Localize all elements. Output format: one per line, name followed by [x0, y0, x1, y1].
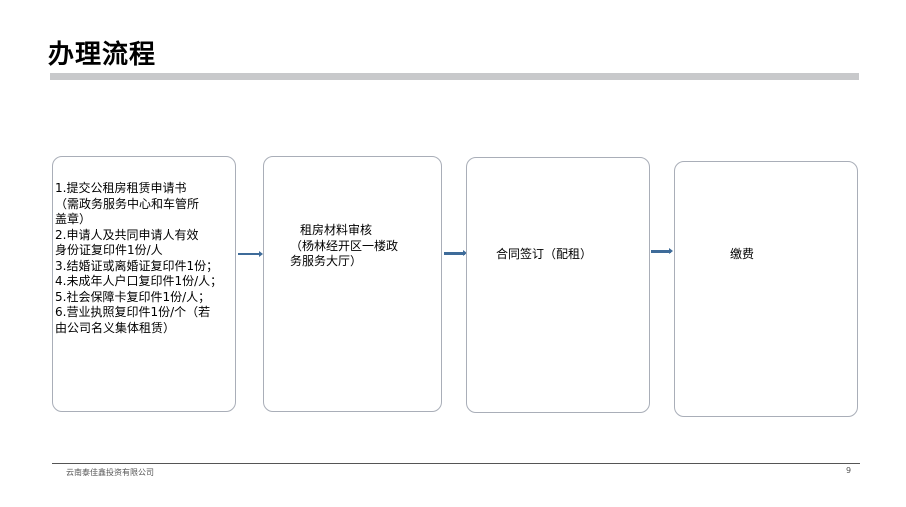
step-1-line: 2.申请人及共同申请人有效	[55, 227, 199, 242]
step-2-line: 租房材料审核	[300, 223, 373, 237]
step-2-line: （杨林经开区一楼政	[290, 238, 399, 253]
step-box-payment: 缴费	[674, 161, 858, 417]
title-underline-bar	[50, 73, 859, 80]
page-number: 9	[846, 466, 852, 475]
flow-arrow-icon	[238, 250, 263, 257]
step-2-text: 租房材料审核 （杨林经开区一楼政 务服务大厅）	[290, 223, 437, 270]
step-4-label: 缴费	[730, 247, 755, 261]
step-1-line: 5.社会保障卡复印件1份/人；	[55, 289, 211, 304]
footer-divider	[52, 463, 860, 464]
step-1-line: 3.结婚证或离婚证复印件1份；	[55, 258, 219, 273]
footer-company-name: 云南泰佳鑫投资有限公司	[66, 468, 154, 477]
step-2-line: 务服务大厅）	[290, 254, 363, 268]
step-box-submit-application: 1.提交公租房租赁申请书 （需政务服务中心和车管所 盖章） 2.申请人及共同申请…	[52, 156, 236, 412]
step-1-line: 盖章）	[55, 212, 92, 226]
flow-arrow-icon	[444, 250, 467, 256]
slide-title: 办理流程	[48, 40, 157, 70]
step-1-line: （需政务服务中心和车管所	[55, 196, 200, 211]
step-1-line: 由公司名义集体租赁）	[55, 320, 176, 335]
flow-arrow-icon	[651, 248, 673, 254]
step-box-material-review: 租房材料审核 （杨林经开区一楼政 务服务大厅）	[263, 156, 442, 412]
step-1-text: 1.提交公租房租赁申请书 （需政务服务中心和车管所 盖章） 2.申请人及共同申请…	[55, 181, 233, 336]
step-1-line: 1.提交公租房租赁申请书	[55, 181, 187, 195]
step-box-contract-signing: 合同签订（配租）	[466, 157, 650, 413]
step-1-line: 4.未成年人户口复印件1份/人；	[55, 274, 223, 288]
step-1-line: 身份证复印件1份/人	[55, 243, 163, 257]
step-1-line: 6.营业执照复印件1份/个（若	[55, 305, 211, 319]
step-3-label: 合同签订（配租）	[496, 247, 593, 261]
